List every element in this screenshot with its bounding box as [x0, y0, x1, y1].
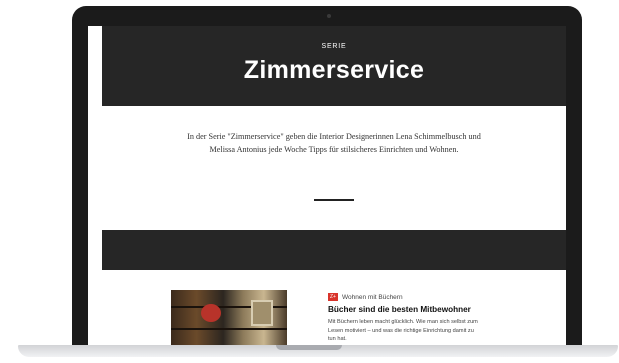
flowers-image-detail: [201, 304, 221, 322]
divider: [314, 199, 354, 201]
browser-viewport: SERIE Zimmerservice In der Serie "Zimmer…: [88, 26, 566, 356]
series-header: SERIE Zimmerservice: [102, 26, 566, 106]
camera-icon: [327, 14, 331, 18]
dark-band: [102, 230, 566, 270]
series-intro: In der Serie "Zimmerservice" geben die I…: [187, 132, 481, 154]
laptop-base-notch: [276, 345, 342, 350]
teaser-meta: Z+ Wohnen mit Büchern: [328, 292, 548, 302]
series-kicker: SERIE: [321, 43, 347, 50]
zplus-badge-icon: Z+: [328, 293, 338, 301]
article-teaser[interactable]: Z+ Wohnen mit Büchern Bücher sind die be…: [328, 292, 548, 344]
bookshelf-line: [171, 328, 287, 330]
teaser-headline-link[interactable]: Bücher sind die besten Mitbewohner: [328, 305, 548, 314]
series-title: Zimmerservice: [243, 56, 425, 84]
page-gutter: [88, 26, 102, 356]
picture-frame-image-detail: [251, 300, 273, 326]
teaser-summary: Mit Büchern leben macht glücklich. Wie m…: [328, 319, 478, 342]
teaser-category: Wohnen mit Büchern: [342, 293, 403, 301]
